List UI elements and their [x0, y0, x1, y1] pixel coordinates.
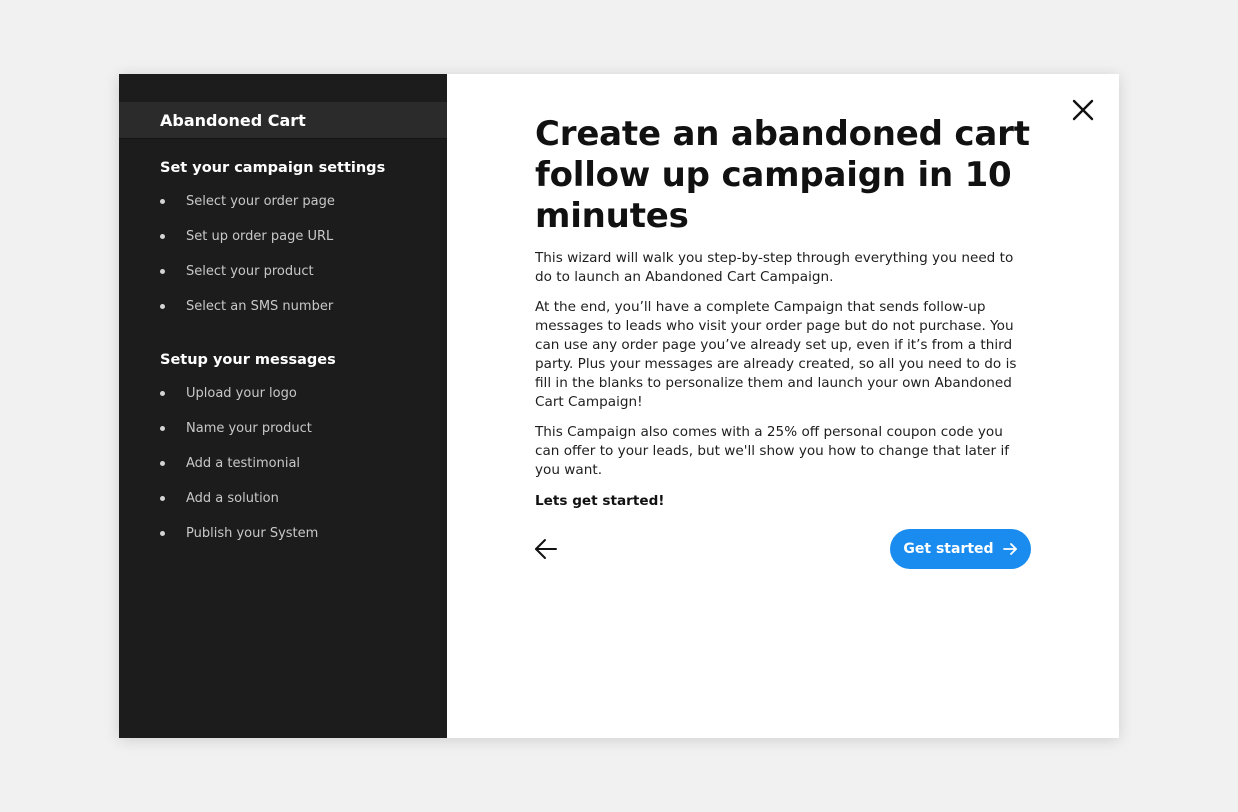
bullet-icon	[160, 269, 165, 274]
bullet-icon	[160, 426, 165, 431]
sidebar-header: Abandoned Cart	[119, 102, 447, 139]
step-select-product[interactable]: Select your product	[119, 254, 447, 289]
step-label: Publish your System	[186, 526, 319, 541]
campaign-settings-steps: Select your order page Set up order page…	[119, 184, 447, 324]
call-to-action-text: Lets get started!	[535, 493, 665, 509]
details-paragraph: At the end, you’ll have a complete Campa…	[535, 299, 1017, 410]
step-add-solution[interactable]: Add a solution	[119, 481, 447, 516]
wizard-sidebar: Abandoned Cart Set your campaign setting…	[119, 74, 447, 738]
step-label: Set up order page URL	[186, 229, 334, 244]
bullet-icon	[160, 304, 165, 309]
step-order-page-url[interactable]: Set up order page URL	[119, 219, 447, 254]
section-title-messages: Setup your messages	[160, 352, 336, 368]
step-label: Name your product	[186, 421, 312, 436]
bullet-icon	[160, 461, 165, 466]
coupon-paragraph: This Campaign also comes with a 25% off …	[535, 424, 1010, 478]
step-label: Add a testimonial	[186, 456, 301, 471]
wizard-actions: Get started	[535, 529, 1031, 569]
bullet-icon	[160, 391, 165, 396]
get-started-button[interactable]: Get started	[890, 529, 1031, 569]
page-title: Create an abandoned cart follow up campa…	[535, 114, 1030, 236]
arrow-right-icon	[1002, 541, 1018, 557]
section-title-campaign-settings: Set your campaign settings	[160, 160, 386, 176]
step-label: Select an SMS number	[186, 299, 334, 314]
close-icon	[1072, 99, 1094, 121]
messages-steps: Upload your logo Name your product Add a…	[119, 376, 447, 551]
step-label: Select your product	[186, 264, 314, 279]
get-started-label: Get started	[903, 541, 994, 557]
step-label: Upload your logo	[186, 386, 297, 401]
step-publish-system[interactable]: Publish your System	[119, 516, 447, 551]
arrow-left-icon	[535, 539, 557, 559]
step-name-product[interactable]: Name your product	[119, 411, 447, 446]
bullet-icon	[160, 199, 165, 204]
step-select-sms-number[interactable]: Select an SMS number	[119, 289, 447, 324]
close-button[interactable]	[1069, 96, 1097, 124]
step-label: Add a solution	[186, 491, 279, 506]
step-label: Select your order page	[186, 194, 335, 209]
wizard-modal: Abandoned Cart Set your campaign setting…	[119, 74, 1119, 738]
intro-paragraph: This wizard will walk you step-by-step t…	[535, 250, 1014, 285]
step-add-testimonial[interactable]: Add a testimonial	[119, 446, 447, 481]
wizard-content: Create an abandoned cart follow up campa…	[447, 74, 1119, 738]
step-select-order-page[interactable]: Select your order page	[119, 184, 447, 219]
back-button[interactable]	[533, 536, 559, 562]
bullet-icon	[160, 531, 165, 536]
bullet-icon	[160, 496, 165, 501]
step-upload-logo[interactable]: Upload your logo	[119, 376, 447, 411]
bullet-icon	[160, 234, 165, 239]
